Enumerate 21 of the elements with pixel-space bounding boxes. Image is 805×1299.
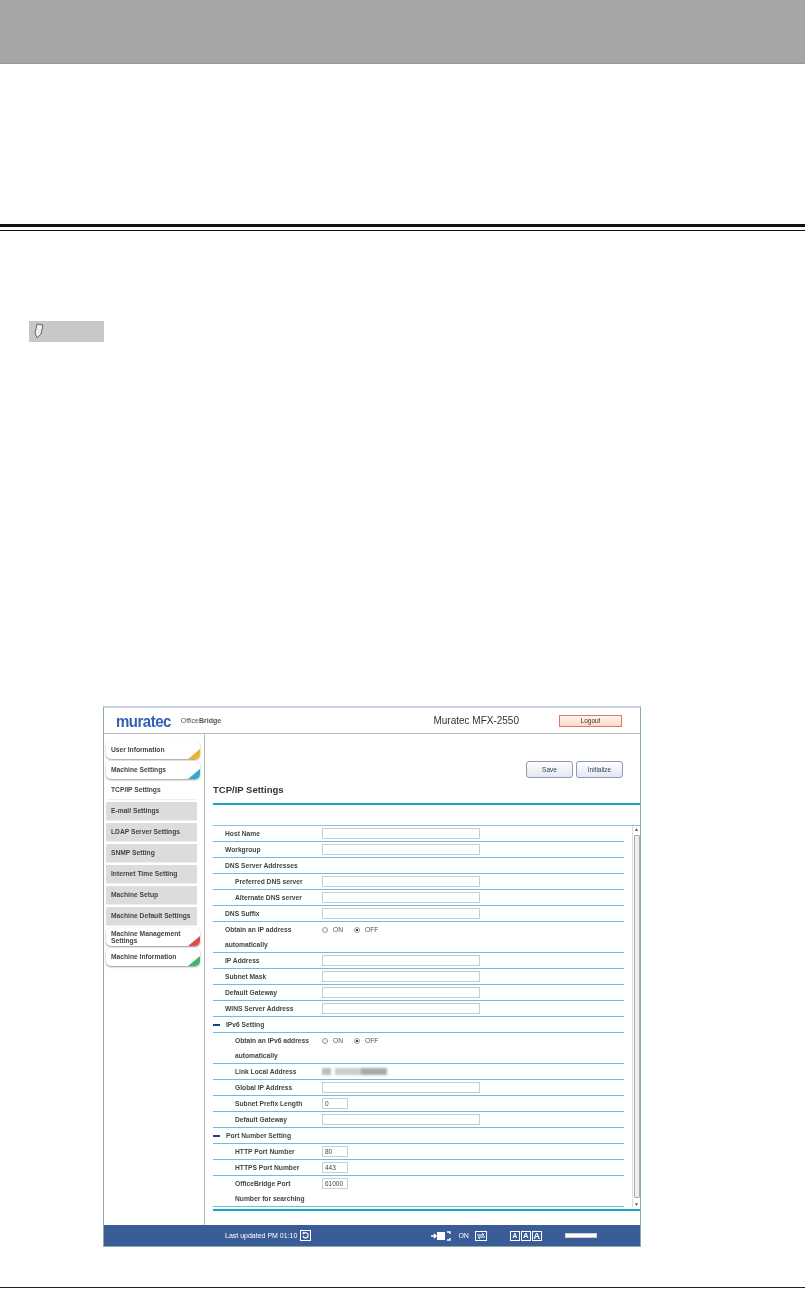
input-field[interactable] [322, 971, 480, 982]
transfer-icon [431, 1230, 454, 1241]
input-field[interactable] [322, 828, 480, 839]
input-field[interactable] [322, 987, 480, 998]
input-field[interactable] [322, 1114, 480, 1125]
page-title: TCP/IP Settings [213, 784, 285, 795]
input-field[interactable] [322, 876, 480, 887]
refresh-icon[interactable] [300, 1230, 312, 1241]
logo: muratec [116, 711, 171, 730]
input-field[interactable] [322, 892, 480, 903]
model-name: Muratec MFX-2550 [433, 715, 519, 726]
font-size-button[interactable]: A [531, 1230, 542, 1241]
input-field[interactable] [322, 1082, 480, 1093]
pencil-icon [34, 323, 44, 340]
scrollbar-thumb[interactable] [633, 835, 640, 1198]
input-field[interactable] [322, 844, 480, 855]
input-field[interactable] [322, 955, 480, 966]
swap-icon[interactable] [474, 1230, 487, 1241]
input-field[interactable] [322, 908, 480, 919]
blurred-value [322, 1068, 387, 1075]
input-field[interactable] [322, 1003, 480, 1014]
